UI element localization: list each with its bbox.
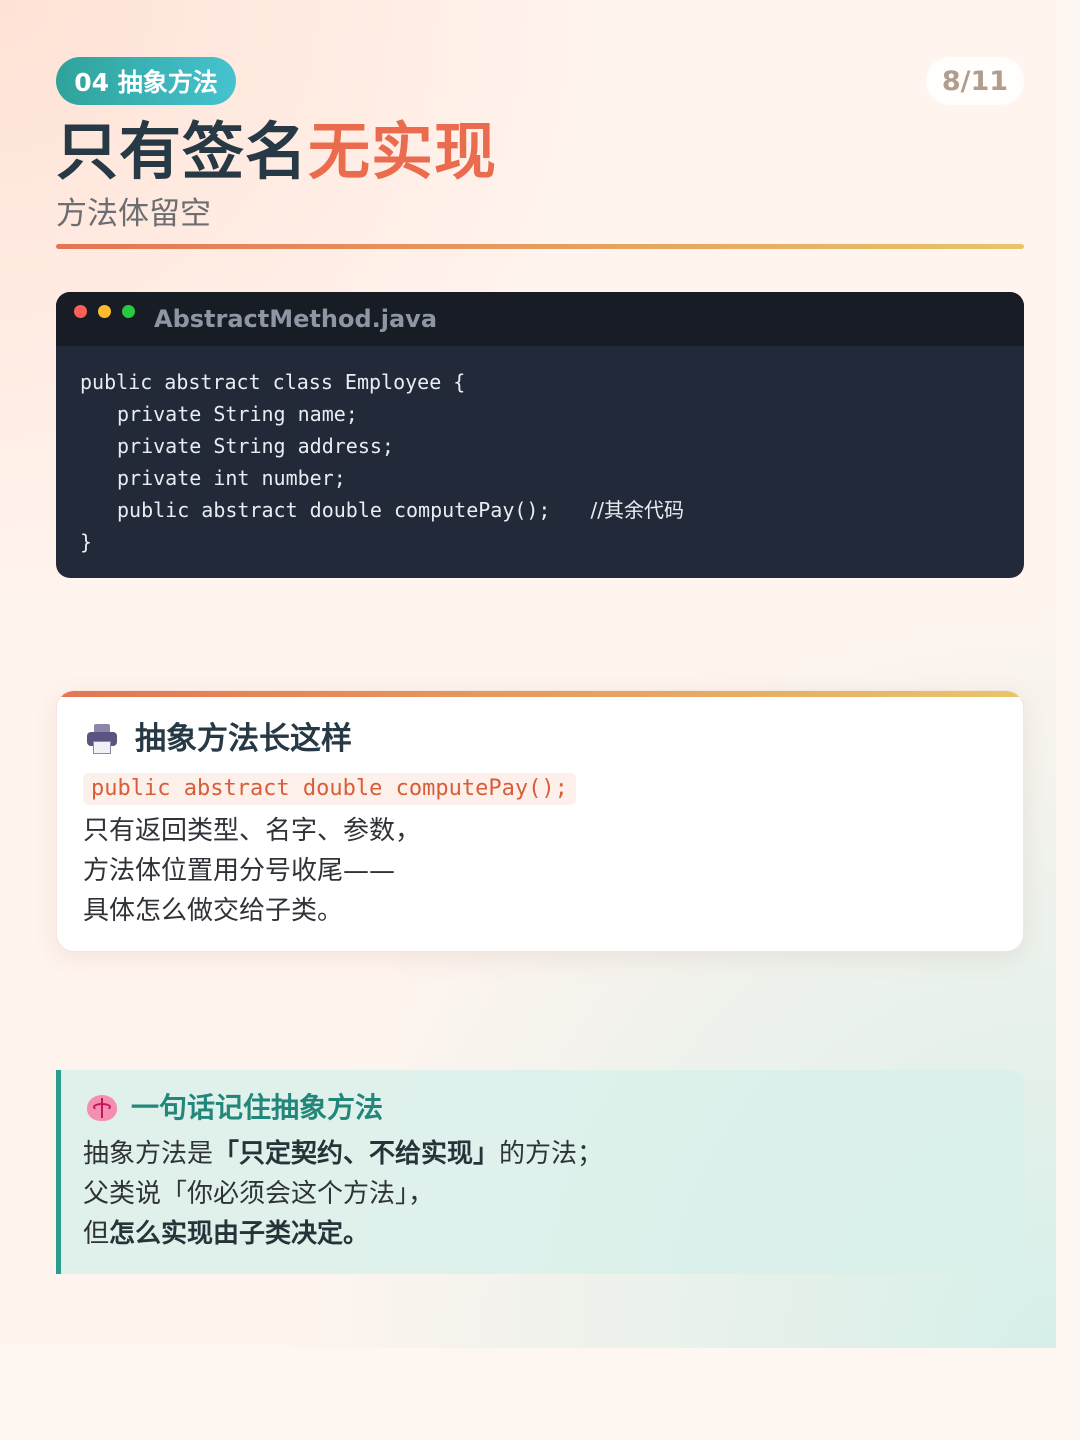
code-line-with-comment: public abstract double computePay(); //其余… xyxy=(80,494,684,526)
section-pill: 04 抽象方法 xyxy=(56,57,236,105)
tip-line: 父类说「你必须会这个方法」， xyxy=(83,1179,435,1209)
tip-text: 的方法； xyxy=(499,1139,604,1169)
page-indicator-label: 8/11 xyxy=(941,65,1009,97)
brain-icon xyxy=(87,1095,117,1121)
tip-text: 抽象方法是 xyxy=(83,1139,214,1169)
section-pill-label: 04 抽象方法 xyxy=(74,68,218,97)
card-accent-bar xyxy=(57,691,1023,697)
code-block: public abstract class Employee { private … xyxy=(80,366,684,558)
tip-box: 一句话记住抽象方法 抽象方法是「只定契约、不给实现」的方法； 父类说「你必须会这… xyxy=(56,1070,1024,1274)
page-subtitle: 方法体留空 xyxy=(56,196,211,232)
code-window: AbstractMethod.java public abstract clas… xyxy=(56,292,1024,578)
tip-text: 但 xyxy=(83,1219,110,1249)
inline-code: public abstract double computePay(); xyxy=(83,773,576,805)
minimize-dot-icon xyxy=(98,305,111,318)
code-filename: AbstractMethod.java xyxy=(154,305,438,333)
maximize-dot-icon xyxy=(122,305,135,318)
card-line: 只有返回类型、名字、参数， xyxy=(83,816,422,846)
card-heading: 抽象方法长这样 xyxy=(87,719,352,759)
code-line: private String address; xyxy=(117,434,394,458)
close-dot-icon xyxy=(74,305,87,318)
card-body: 只有返回类型、名字、参数， 方法体位置用分号收尾—— 具体怎么做交给子类。 xyxy=(83,811,421,931)
code-line: private String name; xyxy=(117,402,358,426)
tip-body: 抽象方法是「只定契约、不给实现」的方法； 父类说「你必须会这个方法」， 但怎么实… xyxy=(83,1134,603,1254)
tip-emphasis: 「只定契约、不给实现」 xyxy=(213,1139,500,1169)
tip-emphasis: 怎么实现由子类决定。 xyxy=(109,1219,370,1249)
tip-title: 一句话记住抽象方法 xyxy=(131,1091,384,1124)
card-line: 方法体位置用分号收尾—— xyxy=(83,856,396,886)
code-line: private int number; xyxy=(117,466,346,490)
page-title: 只有签名无实现 xyxy=(56,112,497,192)
card-line: 具体怎么做交给子类。 xyxy=(83,896,344,926)
printer-icon xyxy=(87,724,117,754)
page-title-part1: 只有签名 xyxy=(56,115,309,188)
info-card: 抽象方法长这样 public abstract double computePa… xyxy=(56,690,1024,952)
tip-line: 抽象方法是「只定契约、不给实现」的方法； xyxy=(83,1134,603,1174)
code-line: public abstract double computePay(); xyxy=(117,498,551,522)
card-title: 抽象方法长这样 xyxy=(135,721,352,757)
page-title-part2: 无实现 xyxy=(308,115,498,188)
code-line: } xyxy=(80,530,93,554)
code-line: public abstract class Employee { xyxy=(80,370,466,394)
code-window-header: AbstractMethod.java xyxy=(56,292,1024,346)
code-comment: //其余代码 xyxy=(590,498,684,522)
title-divider xyxy=(56,244,1024,249)
page-indicator: 8/11 xyxy=(926,57,1024,105)
tip-heading: 一句话记住抽象方法 xyxy=(87,1090,383,1126)
tip-line: 但怎么实现由子类决定。 xyxy=(83,1214,603,1254)
